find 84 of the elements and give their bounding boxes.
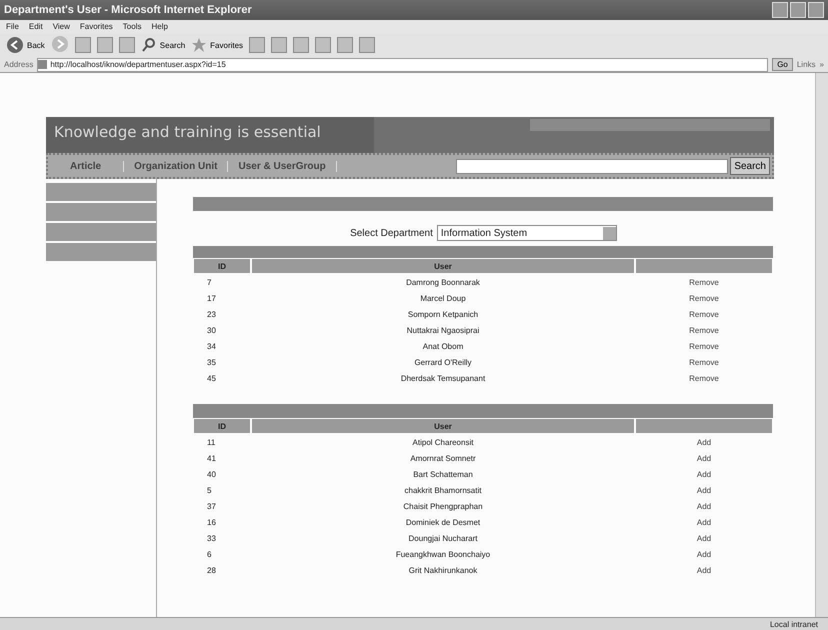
column-header: ID: [194, 259, 250, 273]
action-link[interactable]: Add: [696, 534, 712, 542]
favorites-button[interactable]: Favorites: [191, 37, 244, 53]
scroll-bar[interactable]: [815, 73, 828, 617]
table-cell-text: Fueangkhwan Boonchaiyo: [394, 548, 492, 561]
action-link[interactable]: Add: [696, 438, 712, 446]
action-link[interactable]: Remove: [689, 342, 719, 350]
table-cell-text: 33: [206, 532, 217, 544]
column-header: ID: [194, 419, 250, 433]
table-cell-text: 6: [206, 548, 212, 560]
nav-tab[interactable]: Organization Unit: [124, 160, 228, 172]
action-link[interactable]: Remove: [689, 374, 719, 382]
table-cell-text: 17: [206, 292, 217, 304]
table-cell-text: 16: [206, 516, 217, 528]
table-cell-text: Marcel Doup: [419, 292, 467, 305]
table-cell-text: Somporn Ketpanich: [406, 308, 480, 321]
table-cell-text: Amornrat Somnetr: [409, 452, 477, 464]
menu-item[interactable]: Favorites: [80, 22, 113, 31]
menu-item[interactable]: View: [52, 22, 70, 31]
links-label[interactable]: Links: [796, 60, 816, 69]
table-cell-text: 34: [206, 340, 217, 352]
menu-item[interactable]: Tools: [122, 22, 142, 31]
search-button[interactable]: Search: [140, 37, 186, 53]
table-cell-text: Anat Obom: [422, 340, 464, 352]
maximize-button[interactable]: [790, 2, 806, 18]
table-cell-text: 5: [206, 484, 212, 496]
table-cell-text: 28: [206, 564, 217, 576]
forward-icon[interactable]: [50, 35, 69, 55]
window-title: Department's User - Microsoft Internet Explorer: [4, 4, 252, 16]
action-link[interactable]: Add: [696, 454, 712, 462]
department-dropdown[interactable]: Information System: [436, 225, 617, 241]
search-button[interactable]: Search: [730, 157, 770, 175]
chevron-text[interactable]: »: [820, 60, 824, 69]
nav-tab[interactable]: User & UserGroup: [228, 160, 337, 172]
back-button[interactable]: Back: [6, 36, 45, 54]
search-field[interactable]: [456, 158, 728, 174]
column-header: User: [252, 419, 634, 433]
minimize-button[interactable]: [772, 2, 788, 18]
table-cell-text: 40: [206, 468, 217, 480]
table-cell-text: Chaisit Phengpraphan: [402, 500, 484, 513]
search-icon: [140, 37, 157, 53]
table-cell-text: Bart Schatteman: [412, 468, 474, 480]
table-cell-text: chakkrit Bhamornsatit: [404, 484, 482, 496]
table-cell-text: Doungjai Nucharart: [408, 532, 478, 545]
action-link[interactable]: Add: [696, 550, 712, 558]
action-link[interactable]: Add: [696, 470, 712, 478]
action-link[interactable]: Add: [696, 566, 712, 574]
action-link[interactable]: Remove: [689, 278, 719, 286]
table-cell-text: 41: [206, 452, 217, 464]
table-cell-text: Dominiek de Desmet: [404, 516, 482, 528]
table-cell-text: Dherdsak Temsupanant: [400, 372, 486, 385]
action-link[interactable]: Remove: [689, 358, 719, 366]
menu-item[interactable]: Help: [151, 22, 168, 31]
table-cell-text: Atipol Chareonsit: [412, 436, 474, 449]
page-icon: [38, 60, 48, 69]
table-cell-text: Grit Nakhirunkanok: [408, 564, 478, 576]
action-link[interactable]: Remove: [689, 294, 719, 302]
go-button[interactable]: Go: [772, 58, 793, 71]
table-cell-text: Gerrard O'Reilly: [413, 356, 473, 369]
menu-item[interactable]: Edit: [28, 22, 43, 31]
table-cell-text: Damrong Boonnarak: [405, 276, 481, 289]
close-button[interactable]: [808, 2, 824, 18]
action-link[interactable]: Add: [696, 486, 712, 494]
address-label: Address: [4, 60, 34, 69]
nav-tab[interactable]: Article: [48, 160, 124, 172]
table-cell-text: 7: [206, 276, 212, 288]
star-icon: [191, 37, 208, 53]
table-cell-text: 35: [206, 356, 217, 368]
table-cell-text: Nuttakrai Ngaosiprai: [406, 324, 480, 337]
zone-label: Local intranet: [770, 620, 818, 628]
table-cell-text: 45: [206, 372, 217, 384]
select-label: Select Department: [350, 228, 433, 238]
action-link[interactable]: Remove: [689, 326, 719, 334]
table-cell-text: 23: [206, 308, 217, 320]
table-cell-text: 30: [206, 324, 217, 336]
action-link[interactable]: Remove: [689, 310, 719, 318]
table-cell-text: 37: [206, 500, 217, 512]
banner-title: Knowledge and training is essential: [46, 117, 374, 153]
action-link[interactable]: Add: [696, 502, 712, 510]
table-cell-text: 11: [206, 436, 216, 448]
action-link[interactable]: Add: [696, 518, 712, 526]
column-header: User: [252, 259, 634, 273]
menu-item[interactable]: File: [6, 22, 19, 31]
address-field[interactable]: http://localhost/iknow/departmentuser.aspx?id=15: [37, 58, 768, 72]
